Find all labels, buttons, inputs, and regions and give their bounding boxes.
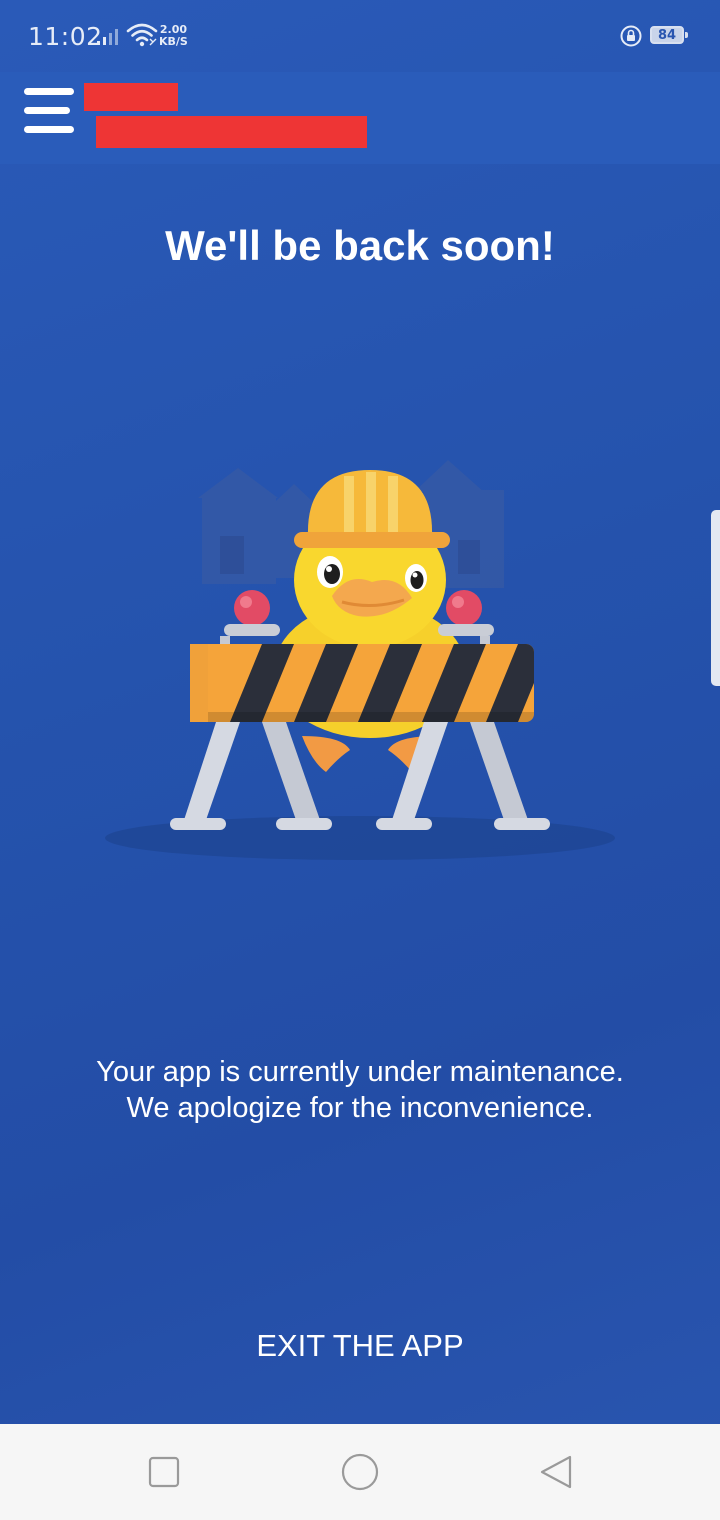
page-title: We'll be back soon!: [165, 222, 555, 269]
battery-icon: 84: [650, 26, 684, 44]
home-circle-icon[interactable]: [340, 1452, 380, 1492]
maintenance-message: Your app is currently under maintenance.…: [0, 1054, 720, 1126]
hamburger-menu-icon[interactable]: [20, 82, 78, 138]
message-line-1: Your app is currently under maintenance.: [96, 1056, 624, 1088]
battery-tip: [685, 32, 688, 38]
back-triangle-icon[interactable]: [536, 1452, 576, 1492]
signal-icon: [97, 29, 118, 45]
network-speed-unit: KB/S: [159, 35, 188, 48]
edge-scroll-handle[interactable]: [711, 510, 720, 686]
app-bar: [0, 72, 720, 164]
system-nav-bar: [0, 1424, 720, 1520]
exit-app-button[interactable]: EXIT THE APP: [210, 1318, 510, 1374]
status-time: 11:02: [28, 22, 103, 51]
lock-icon: [620, 25, 642, 47]
status-bar: 11:02 2.00 KB/S 84: [0, 0, 720, 72]
redacted-app-subtitle: [96, 116, 367, 148]
wifi-icon: [126, 23, 158, 47]
duck-construction-barrier-illustration: [105, 460, 615, 860]
network-speed: 2.00 KB/S: [159, 24, 188, 48]
redacted-app-title: [84, 83, 178, 111]
message-line-2: We apologize for the inconvenience.: [126, 1092, 594, 1124]
recents-square-icon[interactable]: [144, 1452, 184, 1492]
